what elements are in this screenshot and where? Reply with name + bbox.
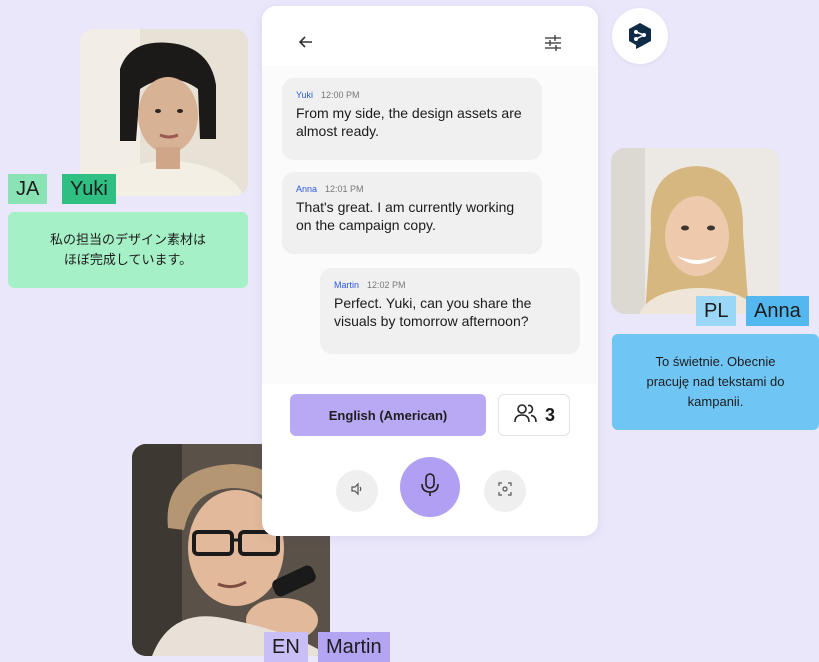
scan-button[interactable] — [484, 470, 526, 512]
participant-count: 3 — [544, 404, 555, 425]
message-sender: Martin — [334, 280, 360, 290]
language-select-button[interactable]: English (American) — [290, 394, 486, 436]
message-time: 12:01 PM — [325, 184, 364, 194]
sliders-icon[interactable] — [542, 32, 564, 54]
message-item: Martin 12:02 PM Perfect. Yuki, can you sh… — [320, 268, 580, 354]
speaker-button[interactable] — [336, 470, 378, 512]
anna-translation-note: To świetnie. Obecnie pracuję nad tekstam… — [612, 334, 819, 430]
microphone-icon — [419, 472, 441, 503]
message-time: 12:02 PM — [367, 280, 406, 290]
arrow-left-icon[interactable] — [296, 32, 316, 52]
microphone-button[interactable] — [400, 457, 460, 517]
yuki-lang-tag: JA — [8, 174, 48, 204]
deepl-logo-icon — [612, 8, 668, 64]
yuki-photo — [80, 29, 248, 196]
people-icon — [513, 402, 539, 429]
app-header — [262, 6, 598, 66]
martin-name-tag: Martin — [318, 632, 390, 662]
yuki-translation-note: 私の担当のデザイン素材は ほぼ完成しています。 — [8, 212, 248, 288]
message-sender: Yuki — [296, 90, 314, 100]
martin-lang-tag: EN — [264, 632, 308, 662]
participants-button[interactable]: 3 — [498, 394, 570, 436]
message-text: Perfect. Yuki, can you share the visuals… — [334, 295, 532, 329]
message-text: From my side, the design assets are almo… — [296, 105, 522, 139]
scan-icon — [497, 481, 513, 502]
message-item: Yuki 12:00 PM From my side, the design as… — [282, 78, 542, 160]
message-sender: Anna — [296, 184, 318, 194]
anna-lang-tag: PL — [696, 296, 737, 326]
anna-name-tag: Anna — [746, 296, 809, 326]
anna-photo — [611, 148, 779, 314]
yuki-name-tag: Yuki — [62, 174, 116, 204]
message-item: Anna 12:01 PM That's great. I am currentl… — [282, 172, 542, 254]
message-text: That's great. I am currently working on … — [296, 199, 515, 233]
message-time: 12:00 PM — [321, 90, 360, 100]
chat-app-window: Yuki 12:00 PM From my side, the design as… — [262, 6, 598, 536]
speaker-icon — [349, 481, 365, 502]
message-list[interactable]: Yuki 12:00 PM From my side, the design as… — [262, 66, 598, 384]
